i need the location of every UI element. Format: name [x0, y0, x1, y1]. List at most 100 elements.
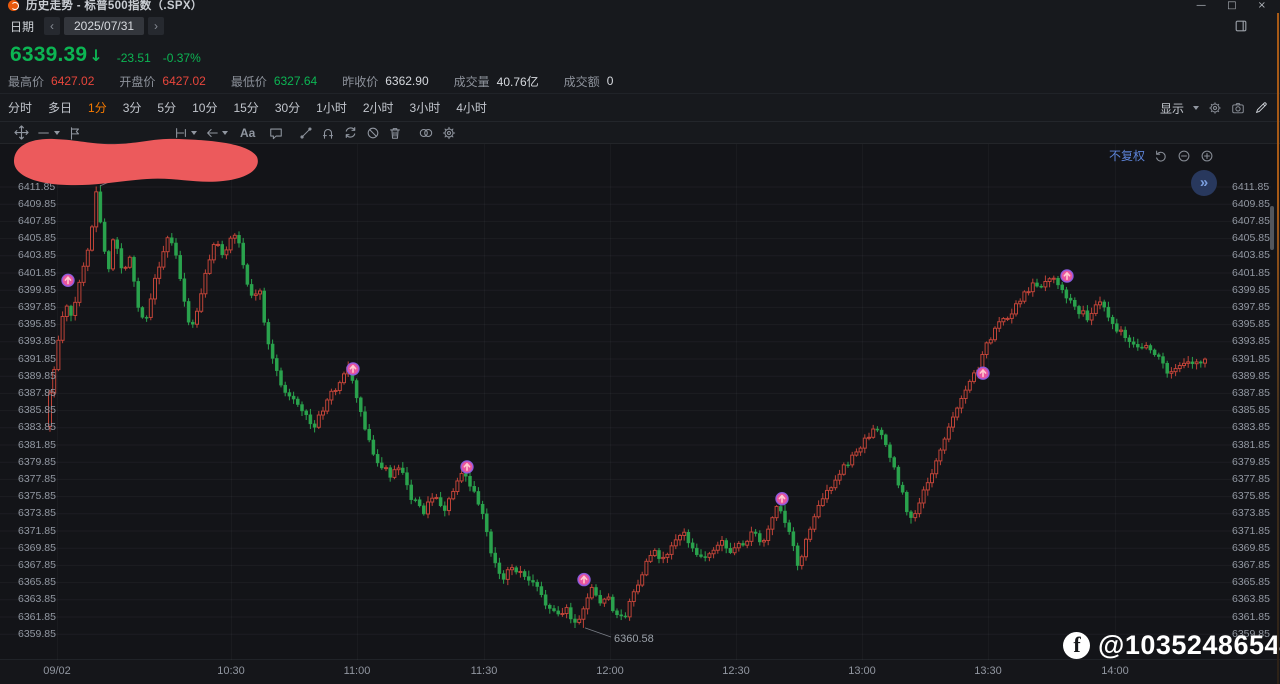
buy-marker-icon[interactable] — [347, 363, 359, 375]
y-axis-label: 6373.85 — [1232, 507, 1270, 520]
side-panel-toggle-icon[interactable] — [1234, 19, 1248, 38]
y-axis-label: 6383.85 — [1232, 421, 1270, 434]
chart-settings-gear-icon[interactable] — [1208, 101, 1222, 115]
window-edge-accent — [1277, 13, 1279, 684]
stat-item: 最低价6327.64 — [231, 73, 317, 90]
trash-icon[interactable] — [388, 126, 402, 140]
timeframe-tab-2小时[interactable]: 2小时 — [363, 99, 394, 116]
stat-value: 6362.90 — [385, 74, 428, 88]
x-axis-label: 12:30 — [722, 665, 750, 677]
vertical-scrollbar-thumb[interactable] — [1270, 206, 1274, 250]
y-axis-label: 6401.85 — [1232, 267, 1270, 280]
text-tool[interactable]: Aa — [240, 126, 255, 140]
timeframe-tab-4小时[interactable]: 4小时 — [456, 99, 487, 116]
buy-marker-icon[interactable] — [776, 493, 788, 505]
timeframe-tab-分时[interactable]: 分时 — [8, 99, 32, 116]
chevron-down-icon[interactable] — [1193, 106, 1199, 110]
stat-label: 最低价 — [231, 73, 267, 90]
y-axis-label: 6399.85 — [1232, 284, 1270, 297]
timeframe-tab-1小时[interactable]: 1小时 — [316, 99, 347, 116]
timeframe-tab-3小时[interactable]: 3小时 — [410, 99, 441, 116]
time-axis: 09/0210:3011:0011:3012:0012:3013:0013:30… — [0, 660, 1280, 684]
chart-area[interactable]: 6411.856409.856407.856405.856403.856401.… — [0, 144, 1280, 660]
buy-marker-icon[interactable] — [578, 574, 590, 586]
adjustment-mode-link[interactable]: 不复权 — [1109, 147, 1145, 164]
y-axis-label: 6369.85 — [18, 542, 56, 555]
expand-panel-button[interactable]: » — [1191, 170, 1217, 196]
stat-value: 40.76亿 — [497, 73, 539, 90]
y-axis-label: 6395.85 — [18, 318, 56, 331]
app-logo-icon — [8, 0, 19, 11]
next-day-button[interactable]: › — [148, 17, 164, 35]
timeframe-tab-5分[interactable]: 5分 — [157, 99, 176, 116]
buy-marker-icon[interactable] — [62, 274, 74, 286]
trendline-tool-icon[interactable] — [299, 126, 313, 140]
minimize-button[interactable]: — — [1196, 0, 1206, 11]
zoom-in-icon[interactable] — [1200, 149, 1214, 163]
buy-marker-icon[interactable] — [977, 367, 989, 379]
price-change-percent: -0.37% — [163, 50, 201, 66]
continuous-draw-icon[interactable] — [343, 125, 358, 140]
hide-drawings-icon[interactable] — [366, 126, 380, 140]
y-axis-label: 6365.85 — [1232, 576, 1270, 589]
y-axis-label: 6411.85 — [18, 181, 55, 194]
y-axis-label: 6363.85 — [18, 593, 56, 606]
undo-arrow-dropdown-icon[interactable] — [205, 126, 228, 140]
timeframe-tab-1分[interactable]: 1分 — [88, 99, 107, 116]
date-picker[interactable]: 2025/07/31 — [64, 17, 144, 35]
compare-circles-icon[interactable] — [418, 126, 434, 140]
y-axis-label: 6389.85 — [1232, 370, 1270, 383]
stat-item: 昨收价 6362.90 — [342, 73, 428, 90]
buy-marker-icon[interactable] — [461, 461, 473, 473]
x-axis-label: 09/02 — [43, 665, 71, 677]
window-title: 历史走势 - 标普500指数（.SPX） — [26, 0, 203, 13]
timeframe-tab-15分[interactable]: 15分 — [233, 99, 258, 116]
stat-label: 成交额 — [564, 73, 600, 90]
display-dropdown[interactable]: 显示 — [1160, 100, 1184, 117]
timeframe-tab-bar: 分时多日 1分 3分 5分 10分 15分 30分 1小时 2小时 3小时 4小时 显示 — [0, 94, 1280, 122]
candlestick-plot[interactable] — [0, 144, 1280, 660]
x-axis-label: 10:30 — [217, 665, 245, 677]
y-axis-label: 6405.85 — [18, 232, 56, 245]
stat-label: 昨收价 — [342, 73, 378, 90]
tool-settings-gear-icon[interactable] — [442, 126, 456, 140]
timeframe-tab-30分[interactable]: 30分 — [275, 99, 300, 116]
y-axis-label: 6359.85 — [18, 628, 56, 641]
maximize-button[interactable]: □ — [1227, 0, 1236, 11]
watermark-handle: @1035248654 — [1098, 630, 1280, 661]
quote-stats-bar: 最高价6427.02开盘价6427.02最低价6327.64昨收价6362.90… — [0, 69, 1280, 94]
y-axis-label: 6407.85 — [1232, 215, 1270, 228]
snap-tool-dropdown-icon[interactable] — [174, 126, 197, 140]
edit-pencil-icon[interactable] — [1254, 101, 1268, 115]
y-axis-label: 6383.85 — [18, 421, 56, 434]
timeframe-tab-3分[interactable]: 3分 — [123, 99, 142, 116]
prev-day-button[interactable]: ‹ — [44, 17, 60, 35]
buy-marker-icon[interactable] — [1061, 270, 1073, 282]
price-change: -23.51 — [117, 50, 151, 66]
magnet-tool-icon[interactable] — [321, 126, 335, 140]
move-tool-icon[interactable] — [14, 125, 29, 140]
y-axis-label: 6401.85 — [18, 267, 56, 280]
trading-app-window: 历史走势 - 标普500指数（.SPX） — □ × 日期 ‹ 2025/07/… — [0, 0, 1280, 684]
screenshot-camera-icon[interactable] — [1231, 101, 1245, 115]
reset-zoom-icon[interactable] — [1154, 149, 1168, 163]
y-axis-label: 6405.85 — [1232, 232, 1270, 245]
y-axis-label: 6403.85 — [1232, 249, 1270, 262]
watermark: f @1035248654 — [1063, 630, 1280, 661]
date-bar: 日期 ‹ 2025/07/31 › — [0, 13, 1280, 39]
y-axis-label: 6361.85 — [1232, 611, 1270, 624]
stat-label: 开盘价 — [119, 73, 155, 90]
timeframe-tab-多日[interactable]: 多日 — [48, 99, 72, 116]
stat-item: 成交量40.76亿 — [454, 73, 539, 90]
timeframe-tab-10分[interactable]: 10分 — [192, 99, 217, 116]
zoom-out-icon[interactable] — [1177, 149, 1191, 163]
visible-low-label: 6360.58 — [614, 633, 654, 645]
y-axis-label: 6387.85 — [18, 387, 56, 400]
x-axis-label: 14:00 — [1101, 665, 1129, 677]
line-style-dropdown-icon[interactable] — [37, 126, 60, 140]
flag-tool-icon[interactable] — [68, 126, 82, 140]
y-axis-label: 6363.85 — [1232, 593, 1270, 606]
comment-tool-icon[interactable] — [269, 126, 283, 140]
x-axis-label: 11:00 — [344, 665, 371, 677]
close-button[interactable]: × — [1258, 0, 1266, 11]
